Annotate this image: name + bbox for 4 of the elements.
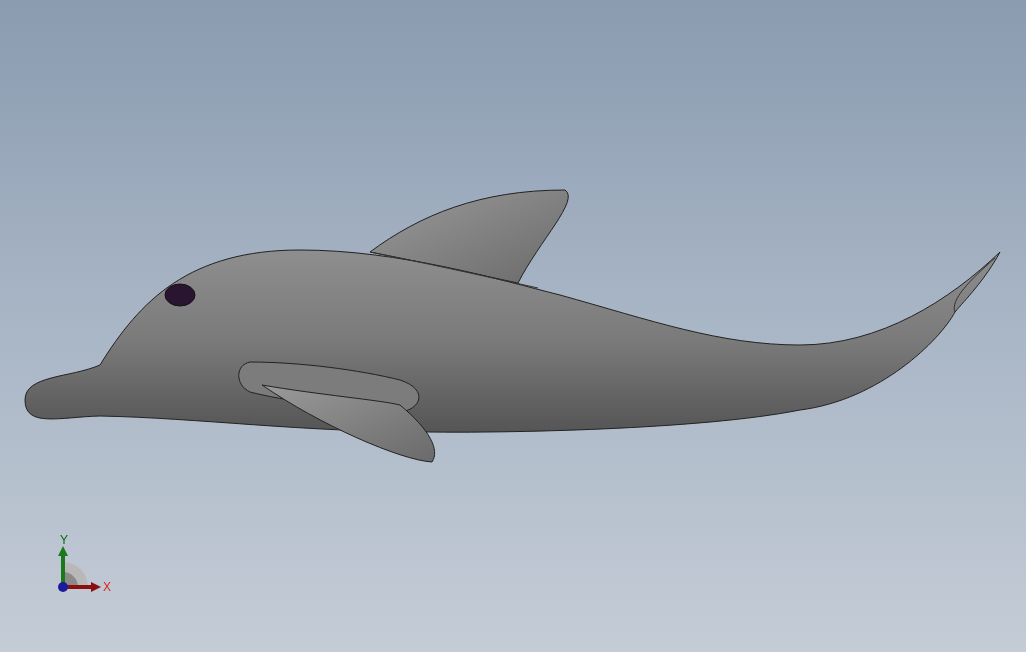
x-axis-label: X [103,580,111,594]
graphics-viewport[interactable]: Y X [0,0,1026,652]
y-axis-label: Y [60,533,68,547]
origin-dot [58,582,68,592]
